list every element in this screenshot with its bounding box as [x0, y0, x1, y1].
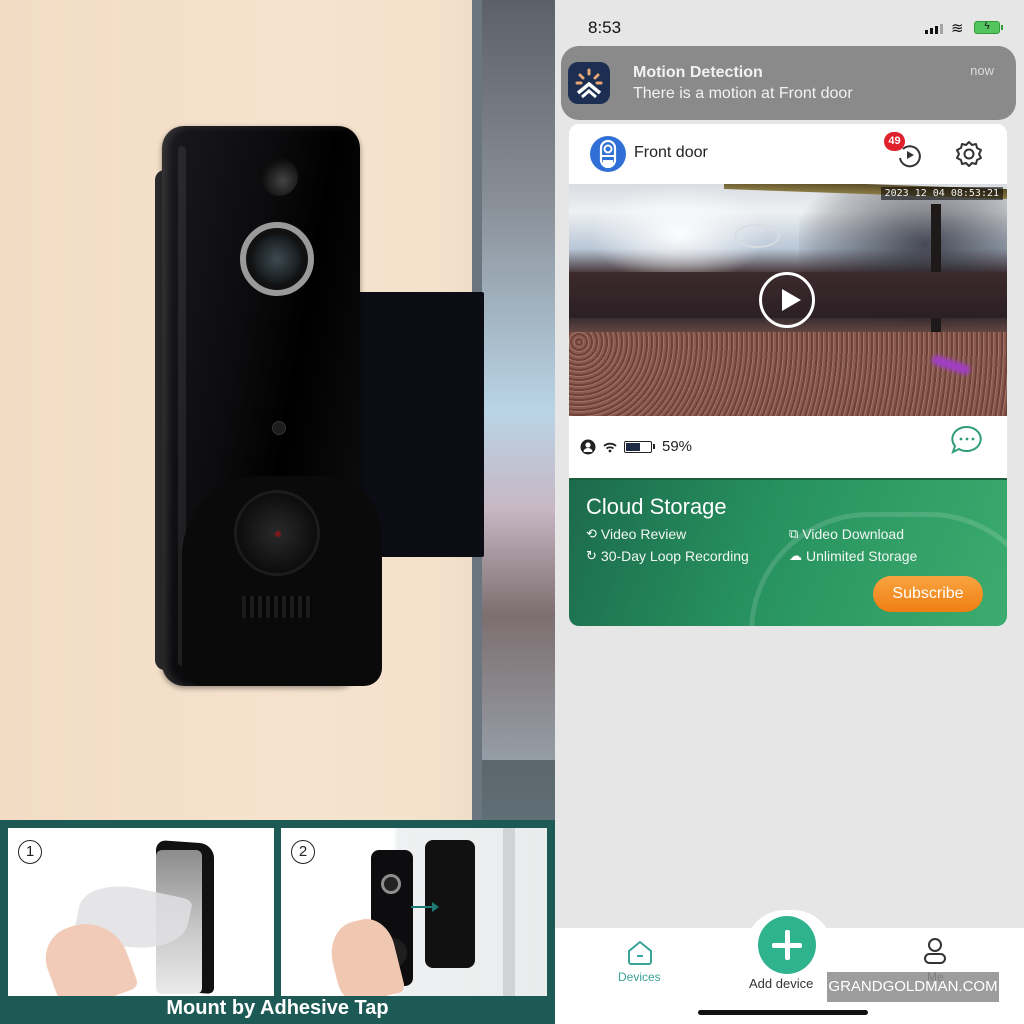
tab-devices-label: Devices: [618, 970, 661, 984]
video-thumbnail[interactable]: 2023 12 04 08:53:21: [569, 184, 1007, 416]
chat-bubble-icon[interactable]: [949, 424, 985, 458]
status-led: [272, 421, 286, 435]
device-name[interactable]: Front door: [634, 144, 708, 162]
feature-label: Unlimited Storage: [806, 548, 918, 564]
notification-time: now: [970, 63, 994, 78]
battery-icon: [624, 440, 655, 453]
cloud-storage-title: Cloud Storage: [586, 494, 727, 519]
notification-title: Motion Detection: [633, 64, 763, 81]
product-photo: [0, 0, 555, 820]
history-icon: ⟲: [586, 526, 597, 541]
leaf-covered-lawn: [569, 332, 1007, 416]
doorbell-button: [234, 490, 320, 576]
wifi-icon: [603, 442, 617, 452]
watermark: GRANDGOLDMAN.COM: [827, 972, 999, 1002]
camera-lens: [240, 222, 314, 296]
tab-add-device-label: Add device: [749, 976, 814, 991]
person-icon: [580, 439, 596, 454]
install-step-2: 2: [281, 828, 547, 996]
subscribe-button[interactable]: Subscribe: [873, 576, 983, 612]
feature-label: Video Review: [600, 526, 687, 542]
wifi-icon: ≋: [951, 20, 964, 37]
camera-lens: [381, 874, 401, 894]
step-number: 2: [291, 840, 315, 864]
wall-frame: [503, 828, 515, 996]
battery-charging-icon: ϟ: [974, 21, 1003, 34]
home-icon: [628, 941, 652, 965]
feature-loop-recording: ↻ 30-Day Loop Recording: [586, 548, 749, 564]
gear-icon[interactable]: [953, 138, 985, 170]
battery-level-fill: [626, 442, 641, 451]
device-card-header: Front door 49: [569, 124, 1007, 184]
install-caption: Mount by Adhesive Tap: [166, 997, 389, 1019]
feature-video-review: ⟲ Video Review: [586, 526, 686, 542]
feature-label: 30-Day Loop Recording: [600, 548, 749, 564]
battery-percent: 59%: [662, 438, 693, 455]
home-indicator[interactable]: [698, 1010, 868, 1015]
play-icon[interactable]: [759, 272, 815, 328]
user-icon: [924, 938, 946, 964]
loop-icon: ↻: [586, 548, 597, 563]
tab-bar: Devices Add device Me GRANDGOLDMAN.COM: [555, 910, 1024, 1024]
cloud-storage-promo: Cloud Storage ⟲ Video Review ⧉ Video Dow…: [569, 478, 1007, 626]
install-step-1: 1: [8, 828, 274, 996]
cloud-icon: ☁: [789, 548, 802, 563]
device-status-row: 59%: [580, 438, 692, 455]
pir-sensor: [260, 158, 298, 196]
arrow-right-icon: [411, 902, 439, 912]
feature-label: Video Download: [802, 526, 905, 542]
feature-video-download: ⧉ Video Download: [789, 526, 904, 542]
step-number: 1: [18, 840, 42, 864]
install-banner: 1 2 Mount by Adhesive Tap: [0, 820, 555, 1024]
notification-body: There is a motion at Front door: [633, 85, 853, 102]
feature-unlimited-storage: ☁ Unlimited Storage: [789, 548, 917, 564]
hanging-basket: [734, 224, 780, 248]
cellular-signal-icon: [925, 24, 943, 34]
window-glass: [482, 0, 555, 820]
phone-screen: 8:53 ≋ ϟ Motion Detection There is a mot…: [555, 0, 1024, 1024]
status-bar: 8:53 ≋ ϟ: [555, 0, 1024, 46]
app-logo-icon: [568, 62, 610, 104]
plus-icon[interactable]: [758, 916, 816, 974]
doorbell-icon: [590, 136, 626, 172]
clock: 8:53: [588, 18, 622, 37]
speaker-grille: [242, 596, 312, 618]
video-download-icon: ⧉: [789, 526, 799, 541]
notification-banner[interactable]: Motion Detection There is a motion at Fr…: [561, 46, 1016, 120]
device-card: Front door 49 2023 12 04 08:53:21 59% Cl…: [569, 124, 1007, 626]
video-timestamp: 2023 12 04 08:53:21: [880, 187, 1003, 200]
doorbell-device: [162, 126, 382, 686]
playback-count-badge: 49: [884, 132, 905, 151]
